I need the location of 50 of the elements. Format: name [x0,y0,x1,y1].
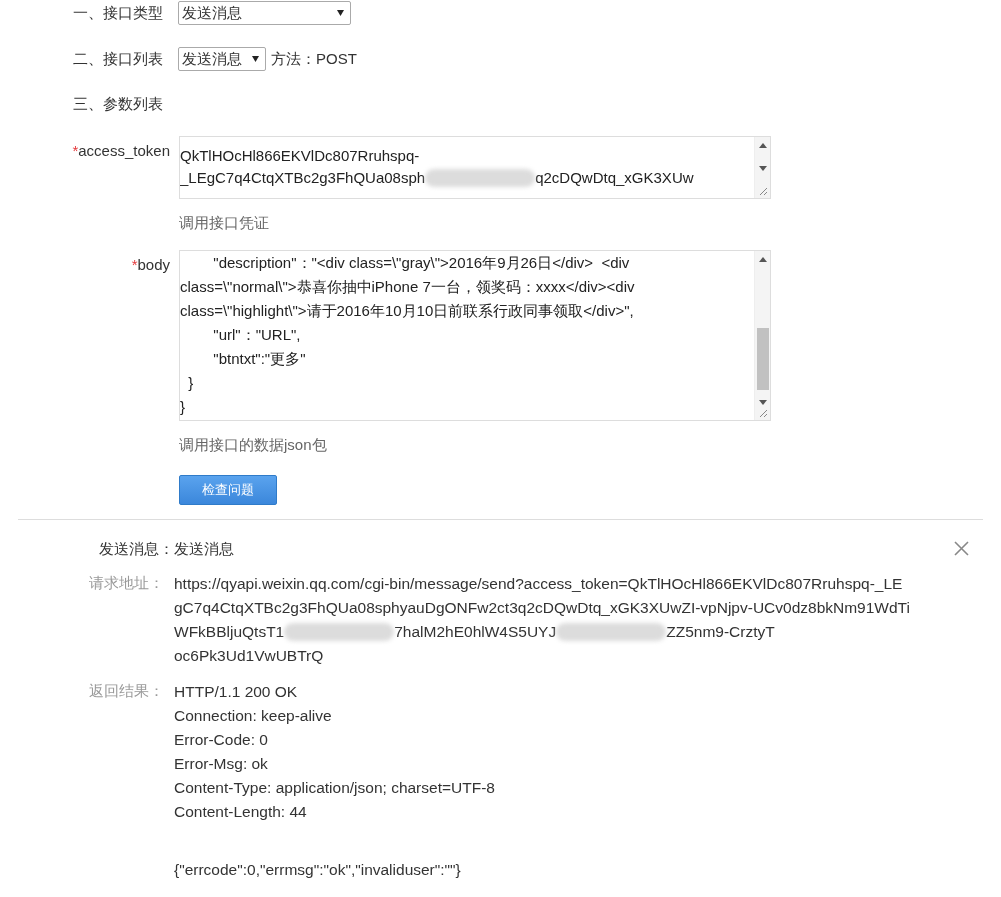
text-line: 7halM2hE0hlW4S5UYJ [394,622,557,642]
text-line: QkTlHOcHl866EKVlDc807Rruhspq- [180,145,420,166]
json-textarea[interactable]: "description"："<div class=\"gray\">2016年9月26日</div> <div class=\"normal\">恭喜你抽中iPhone 7一台，领奖码：xxxx</div><div class=\"highlight\">请于2016年10月10日前联系行政同事领取</div>", "url"："URL", "btntxt":"更多" } } [179,250,771,421]
response-line: Error-Msg: ok [174,754,269,774]
text-line: class=\"highlight\">请于2016年10月10日前联系行政同事领取</div>", [180,301,634,321]
param-label: *access_token [71,140,170,161]
form-label: 三、参数列表 [72,94,164,114]
resize-grip-icon[interactable] [757,408,768,418]
text-line: gC7q4CtqXTBc2g3FhQUa08sphyauDgONFw2ct3q2cDQwDtq_xGK3XUwZI-vpNjpv-UCv0dz8bkNm91WdTi [174,598,910,618]
scroll-up-icon[interactable] [758,257,767,262]
response-line: Content-Length: 44 [174,802,308,822]
method-text: 方法：POST [271,48,357,69]
response-line: HTTP/1.1 200 OK [174,682,299,702]
form-label: 二、接口列表 [72,48,164,69]
text-line: } [187,373,194,393]
caret-down-icon [252,56,259,62]
field-hint: 调用接口的数据json包 [179,435,328,455]
scroll-down-icon[interactable] [758,165,767,171]
form-label: 一、接口类型 [72,2,164,23]
text-line: WFkBBljuQtsT1 [174,622,285,642]
text-line: "url"："URL", [212,325,301,345]
resize-grip-icon[interactable] [757,185,768,196]
scrollbar-thumb[interactable] [756,328,769,390]
response-line: Connection: keep-alive [174,706,333,726]
request-label: 请求地址： [88,573,165,593]
scrollbar[interactable] [754,136,770,198]
response-line: Error-Code: 0 [174,730,269,750]
param-label: *body [130,255,170,275]
text-line: "btntxt":"更多" [212,349,306,369]
scroll-down-icon[interactable] [758,400,767,405]
text-line: } [180,397,185,417]
response-body: {"errcode":0,"errmsg":"ok","invaliduser":""} [174,860,462,880]
token-textarea[interactable]: QkTlHOcHl866EKVlDc807Rruhspq- _LEgC7q4CtqXTBc2g3FhQUa08sph q2cDQwDtq_xGK3XUw [179,135,771,199]
result-title: 发送消息：发送消息 [99,538,234,559]
text-line: ZZ5nm9-CrztyT [666,622,775,642]
field-hint: 调用接口凭证 [179,212,270,233]
dropdown-select[interactable]: 发送消息 [178,47,266,71]
caret-down-icon [337,10,344,16]
response-label: 返回结果： [88,681,165,701]
text-line: q2cDQwDtq_xGK3XUw [535,167,694,188]
text-line: "description"："<div class=\"gray\">2016年9月26日</div> <div [212,253,630,273]
text-line: _LEgC7q4CtqXTBc2g3FhQUa08sph [180,167,426,188]
scroll-up-icon[interactable] [758,142,767,148]
close-icon[interactable] [954,541,969,557]
text-line: class=\"normal\">恭喜你抽中iPhone 7一台，领奖码：xxxx</div><div [180,277,635,297]
text-line: oc6Pk3Ud1VwUBTrQ [174,646,324,666]
scrollbar[interactable] [754,251,770,420]
text-line: https://qyapi.weixin.qq.com/cgi-bin/message/send?access_token=QkTlHOcHl866EKVlDc807Rruhspq-_LE [174,574,903,594]
dropdown-select[interactable]: 发送消息 [178,1,351,25]
response-line: Content-Type: application/json; charset=UTF-8 [174,778,495,798]
